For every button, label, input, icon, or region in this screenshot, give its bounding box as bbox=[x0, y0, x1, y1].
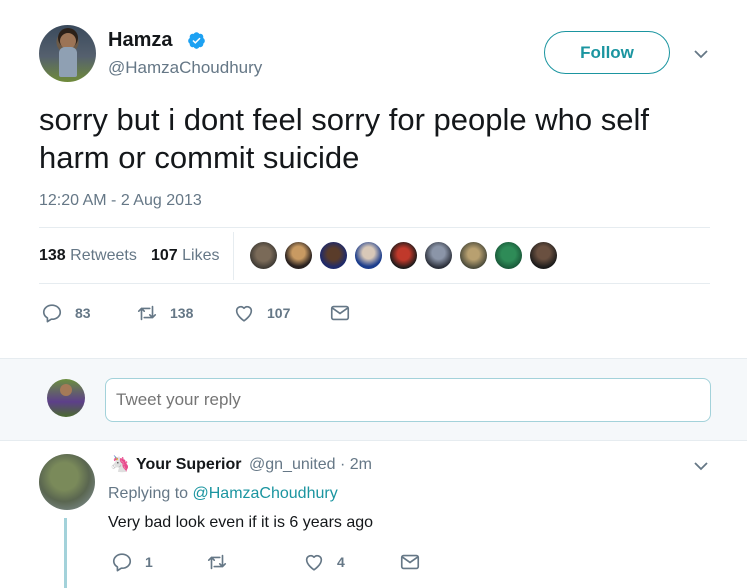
reply-icon bbox=[42, 304, 62, 323]
reply-author-avatar[interactable] bbox=[39, 454, 95, 510]
replying-to-link[interactable]: @HamzaChoudhury bbox=[193, 485, 338, 502]
tweet-text: sorry but i dont feel sorry for people w… bbox=[39, 102, 649, 175]
liker-avatar[interactable] bbox=[459, 241, 488, 270]
reply-like-action[interactable]: 4 bbox=[303, 549, 345, 575]
reply-retweet-action[interactable] bbox=[206, 549, 240, 575]
replying-to: Replying to @HamzaChoudhury bbox=[108, 485, 338, 503]
retweet-icon bbox=[137, 305, 157, 321]
stats-divider bbox=[233, 232, 234, 280]
reply-composer bbox=[0, 358, 747, 441]
retweet-icon bbox=[207, 554, 227, 570]
likes-count: 107 bbox=[151, 247, 178, 264]
liker-avatar[interactable] bbox=[249, 241, 278, 270]
verified-badge-icon bbox=[188, 32, 205, 49]
reply-text: Very bad look even if it is 6 years ago bbox=[108, 514, 374, 531]
tweet-stats: 138 Retweets 107 Likes bbox=[39, 227, 710, 284]
author-handle[interactable]: @HamzaChoudhury bbox=[108, 58, 262, 78]
author-name[interactable]: Hamza bbox=[108, 29, 172, 52]
message-icon bbox=[330, 305, 350, 321]
liker-avatar[interactable] bbox=[529, 241, 558, 270]
chevron-down-icon[interactable] bbox=[693, 46, 709, 62]
retweets-label: Retweets bbox=[70, 247, 137, 264]
like-action[interactable]: 107 bbox=[233, 300, 290, 326]
retweet-count: 138 bbox=[170, 305, 194, 321]
reply-action[interactable]: 83 bbox=[41, 300, 91, 326]
reply-author-name[interactable]: Your Superior bbox=[136, 456, 242, 474]
unicorn-icon: 🦄 bbox=[110, 456, 130, 473]
current-user-avatar[interactable] bbox=[47, 379, 85, 417]
likes-stat[interactable]: 107 Likes bbox=[151, 247, 220, 265]
chevron-down-icon[interactable] bbox=[693, 458, 709, 474]
liker-avatar[interactable] bbox=[284, 241, 313, 270]
main-tweet: Hamza @HamzaChoudhury Follow sorry but i… bbox=[0, 0, 747, 358]
reply-reply-action[interactable]: 1 bbox=[111, 549, 153, 575]
retweets-count: 138 bbox=[39, 247, 66, 264]
message-action[interactable] bbox=[329, 300, 351, 326]
reply-tweet: 🦄 Your Superior @gn_united · 2m Replying… bbox=[0, 441, 747, 588]
retweet-action[interactable]: 138 bbox=[136, 300, 193, 326]
likes-label: Likes bbox=[182, 247, 220, 264]
reply-handle-text: @gn_united bbox=[249, 456, 336, 473]
reply-time[interactable]: · 2m bbox=[340, 456, 372, 473]
liker-avatar[interactable] bbox=[424, 241, 453, 270]
retweets-stat[interactable]: 138 Retweets bbox=[39, 247, 137, 265]
reply-message-action[interactable] bbox=[399, 549, 421, 575]
reply-input[interactable] bbox=[105, 378, 711, 422]
reply-reply-count: 1 bbox=[145, 554, 153, 570]
reply-like-count: 4 bbox=[337, 554, 345, 570]
like-icon bbox=[305, 554, 323, 571]
like-icon bbox=[235, 305, 253, 322]
liker-avatar[interactable] bbox=[319, 241, 348, 270]
thread-line bbox=[64, 518, 67, 588]
liker-avatar[interactable] bbox=[354, 241, 383, 270]
liker-avatar[interactable] bbox=[494, 241, 523, 270]
tweet-timestamp[interactable]: 12:20 AM - 2 Aug 2013 bbox=[39, 192, 202, 210]
replying-prefix: Replying to bbox=[108, 485, 189, 502]
like-count: 107 bbox=[267, 305, 291, 321]
reply-icon bbox=[112, 553, 132, 572]
author-avatar[interactable] bbox=[39, 25, 96, 82]
reply-count: 83 bbox=[75, 305, 91, 321]
reply-author-handle[interactable]: @gn_united · 2m bbox=[249, 456, 372, 474]
liker-avatar[interactable] bbox=[389, 241, 418, 270]
follow-button[interactable]: Follow bbox=[544, 31, 670, 74]
message-icon bbox=[400, 554, 420, 570]
